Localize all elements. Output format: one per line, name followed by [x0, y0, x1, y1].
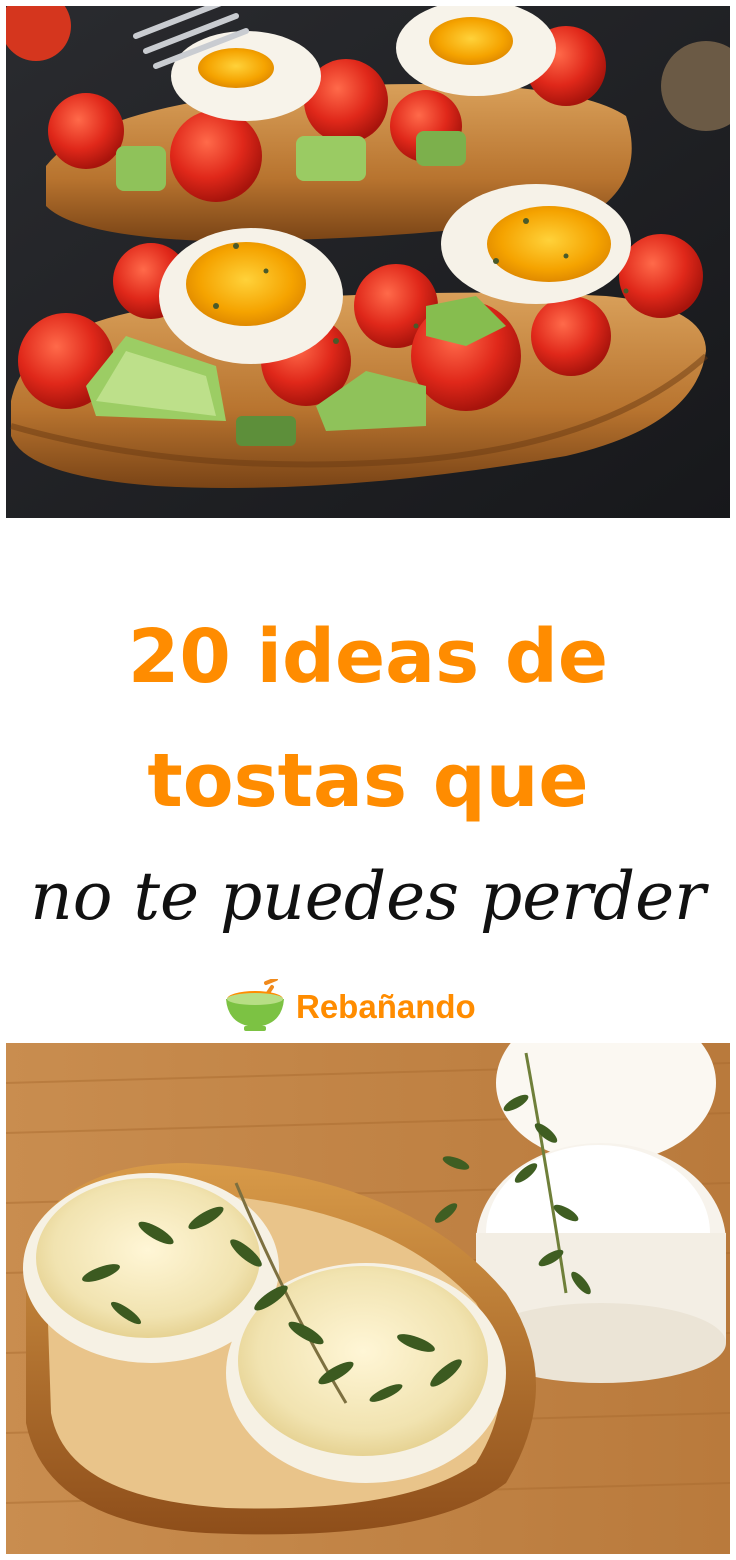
- pin-card: 20 ideas de tostas que no te puedes perd…: [0, 0, 736, 1560]
- headline-subtitle: no te puedes perder: [30, 858, 706, 935]
- bottom-food-photo: [6, 1043, 730, 1554]
- headline-line-2: tostas que: [147, 738, 589, 824]
- tomato-avocado-egg-toast-image: [6, 6, 730, 518]
- brand-name: Rebañando: [296, 987, 476, 1025]
- goat-cheese-thyme-toast-image: [6, 1043, 730, 1554]
- headline-line-1: 20 ideas de: [127, 614, 609, 700]
- top-food-photo: [6, 6, 730, 518]
- brand-logo-lockup[interactable]: Rebañando: [224, 977, 476, 1034]
- salad-bowl-icon: [224, 977, 286, 1033]
